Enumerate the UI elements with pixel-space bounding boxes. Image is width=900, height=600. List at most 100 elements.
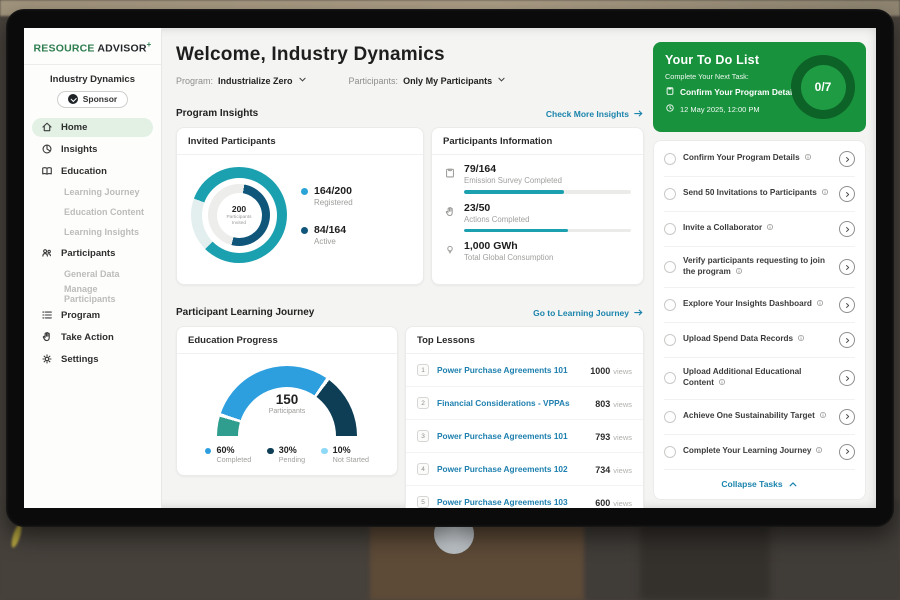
legend-completed: 60% Completed	[205, 445, 251, 464]
card-title: Top Lessons	[406, 327, 643, 354]
sidebar-item-participants[interactable]: Participants	[32, 244, 153, 263]
chevron-right-button[interactable]	[839, 332, 855, 348]
invited-participants-card: Invited Participants 200 Participants In…	[176, 127, 424, 285]
sidebar-item-manage-participants[interactable]: Manage Participants	[32, 286, 153, 303]
chevron-right-button[interactable]	[839, 409, 855, 425]
actions-progress-bar	[464, 229, 631, 233]
lesson-link[interactable]: Power Purchase Agreements 101	[437, 365, 582, 375]
donut-center-value: 200	[217, 204, 262, 214]
lesson-rank: 5	[417, 496, 429, 508]
main-area: Welcome, Industry Dynamics Program: Indu…	[162, 28, 876, 508]
card-title: Participants Information	[432, 128, 643, 155]
link-label: Go to Learning Journey	[533, 308, 629, 318]
todo-item-label: Send 50 Invitations to Participants	[683, 188, 817, 197]
sidebar-item-general-data[interactable]: General Data	[32, 266, 153, 283]
todo-checkbox[interactable]	[664, 446, 676, 458]
chevron-right-button[interactable]	[839, 221, 855, 237]
lesson-rank: 2	[417, 397, 429, 409]
sidebar-item-learning-journey[interactable]: Learning Journey	[32, 184, 153, 201]
sponsor-icon	[68, 94, 78, 104]
chevron-right-button[interactable]	[839, 297, 855, 313]
todo-checkbox[interactable]	[664, 372, 676, 384]
todo-item[interactable]: Complete Your Learning Journey	[664, 435, 855, 470]
legend-value: 164/200	[314, 185, 353, 197]
sidebar-item-learning-insights[interactable]: Learning Insights	[32, 224, 153, 241]
lesson-link[interactable]: Financial Considerations - VPPAs	[437, 398, 587, 408]
lesson-row[interactable]: 2 Financial Considerations - VPPAs 803vi…	[406, 387, 643, 420]
brand-plus: +	[147, 40, 152, 49]
lesson-rank: 1	[417, 364, 429, 376]
todo-checkbox[interactable]	[664, 334, 676, 346]
lesson-row[interactable]: 3 Power Purchase Agreements 101 793views	[406, 420, 643, 453]
list-icon	[41, 309, 53, 321]
todo-item[interactable]: Send 50 Invitations to Participants	[664, 177, 855, 212]
lesson-row[interactable]: 5 Power Purchase Agreements 103 600views	[406, 486, 643, 508]
lesson-row[interactable]: 4 Power Purchase Agreements 102 734views	[406, 453, 643, 486]
todo-item[interactable]: Invite a Collaborator	[664, 212, 855, 247]
sponsor-badge[interactable]: Sponsor	[57, 91, 128, 108]
lesson-link[interactable]: Power Purchase Agreements 102	[437, 464, 587, 474]
todo-checkbox[interactable]	[664, 188, 676, 200]
section-title: Program Insights	[176, 108, 258, 119]
lesson-link[interactable]: Power Purchase Agreements 103	[437, 497, 587, 507]
chevron-right-button[interactable]	[839, 444, 855, 460]
collapse-tasks-link[interactable]: Collapse Tasks	[664, 470, 855, 497]
sidebar-item-settings[interactable]: Settings	[32, 350, 153, 369]
todo-checkbox[interactable]	[664, 261, 676, 273]
views-label: views	[613, 367, 632, 376]
lesson-link[interactable]: Power Purchase Agreements 101	[437, 431, 587, 441]
sidebar-item-label: Learning Insights	[64, 227, 139, 237]
info-icon	[819, 411, 827, 423]
chevron-down-icon	[298, 75, 307, 86]
todo-item-label: Invite a Collaborator	[683, 223, 762, 232]
todo-checkbox[interactable]	[664, 223, 676, 235]
lesson-views: 803	[595, 399, 610, 409]
collapse-label: Collapse Tasks	[721, 479, 782, 489]
chevron-right-button[interactable]	[839, 151, 855, 167]
sidebar-item-education-content[interactable]: Education Content	[32, 204, 153, 221]
todo-item[interactable]: Verify participants requesting to join t…	[664, 247, 855, 288]
todo-item[interactable]: Achieve One Sustainability Target	[664, 400, 855, 435]
info-icon	[804, 153, 812, 165]
legend-value: 60%	[216, 445, 251, 455]
todo-item-label: Upload Spend Data Records	[683, 334, 793, 343]
todo-item-label: Complete Your Learning Journey	[683, 446, 811, 455]
chevron-right-button[interactable]	[839, 186, 855, 202]
stat-emission-survey: 79/164 Emission Survey Completed	[432, 155, 643, 194]
program-dropdown[interactable]: Program: Industrialize Zero	[176, 75, 307, 86]
todo-item[interactable]: Confirm Your Program Details	[664, 142, 855, 177]
filter-bar: Program: Industrialize Zero Participants…	[176, 75, 644, 86]
sidebar-item-insights[interactable]: Insights	[32, 140, 153, 159]
todo-checkbox[interactable]	[664, 153, 676, 165]
stat-label: Actions Completed	[464, 215, 631, 224]
legend-label: Registered	[314, 198, 353, 207]
legend-dot-pending	[267, 448, 274, 455]
education-gauge: 150 Participants	[217, 366, 357, 436]
page-title: Welcome, Industry Dynamics	[176, 44, 644, 66]
chevron-right-button[interactable]	[839, 370, 855, 386]
todo-checkbox[interactable]	[664, 299, 676, 311]
stat-label: Total Global Consumption	[464, 253, 631, 262]
hand-icon	[444, 205, 456, 217]
participants-information-card: Participants Information 79/164 Emission…	[431, 127, 644, 285]
sponsor-label: Sponsor	[83, 94, 117, 104]
legend-label: Completed	[216, 455, 251, 464]
chevron-right-button[interactable]	[839, 259, 855, 275]
lesson-row[interactable]: 1 Power Purchase Agreements 101 1000view…	[406, 354, 643, 387]
legend-dot-completed	[205, 448, 212, 455]
sidebar-item-program[interactable]: Program	[32, 306, 153, 325]
gauge-center-value: 150	[217, 392, 357, 407]
education-legend: 60% Completed 30% Pending	[177, 445, 397, 464]
todo-item[interactable]: Explore Your Insights Dashboard	[664, 288, 855, 323]
todo-checkbox[interactable]	[664, 411, 676, 423]
check-more-insights-link[interactable]: Check More Insights	[546, 109, 644, 119]
sidebar-item-home[interactable]: Home	[32, 118, 153, 137]
sidebar-item-education[interactable]: Education	[32, 162, 153, 181]
participants-dropdown[interactable]: Participants: Only My Participants	[349, 75, 507, 86]
go-to-learning-journey-link[interactable]: Go to Learning Journey	[533, 308, 644, 318]
todo-item[interactable]: Upload Additional Educational Content	[664, 358, 855, 399]
brand-secondary: ADVISOR	[97, 43, 146, 55]
sidebar-item-take-action[interactable]: Take Action	[32, 328, 153, 347]
active-donut-ring: 200 Participants Invited	[208, 184, 270, 246]
todo-item[interactable]: Upload Spend Data Records	[664, 323, 855, 358]
